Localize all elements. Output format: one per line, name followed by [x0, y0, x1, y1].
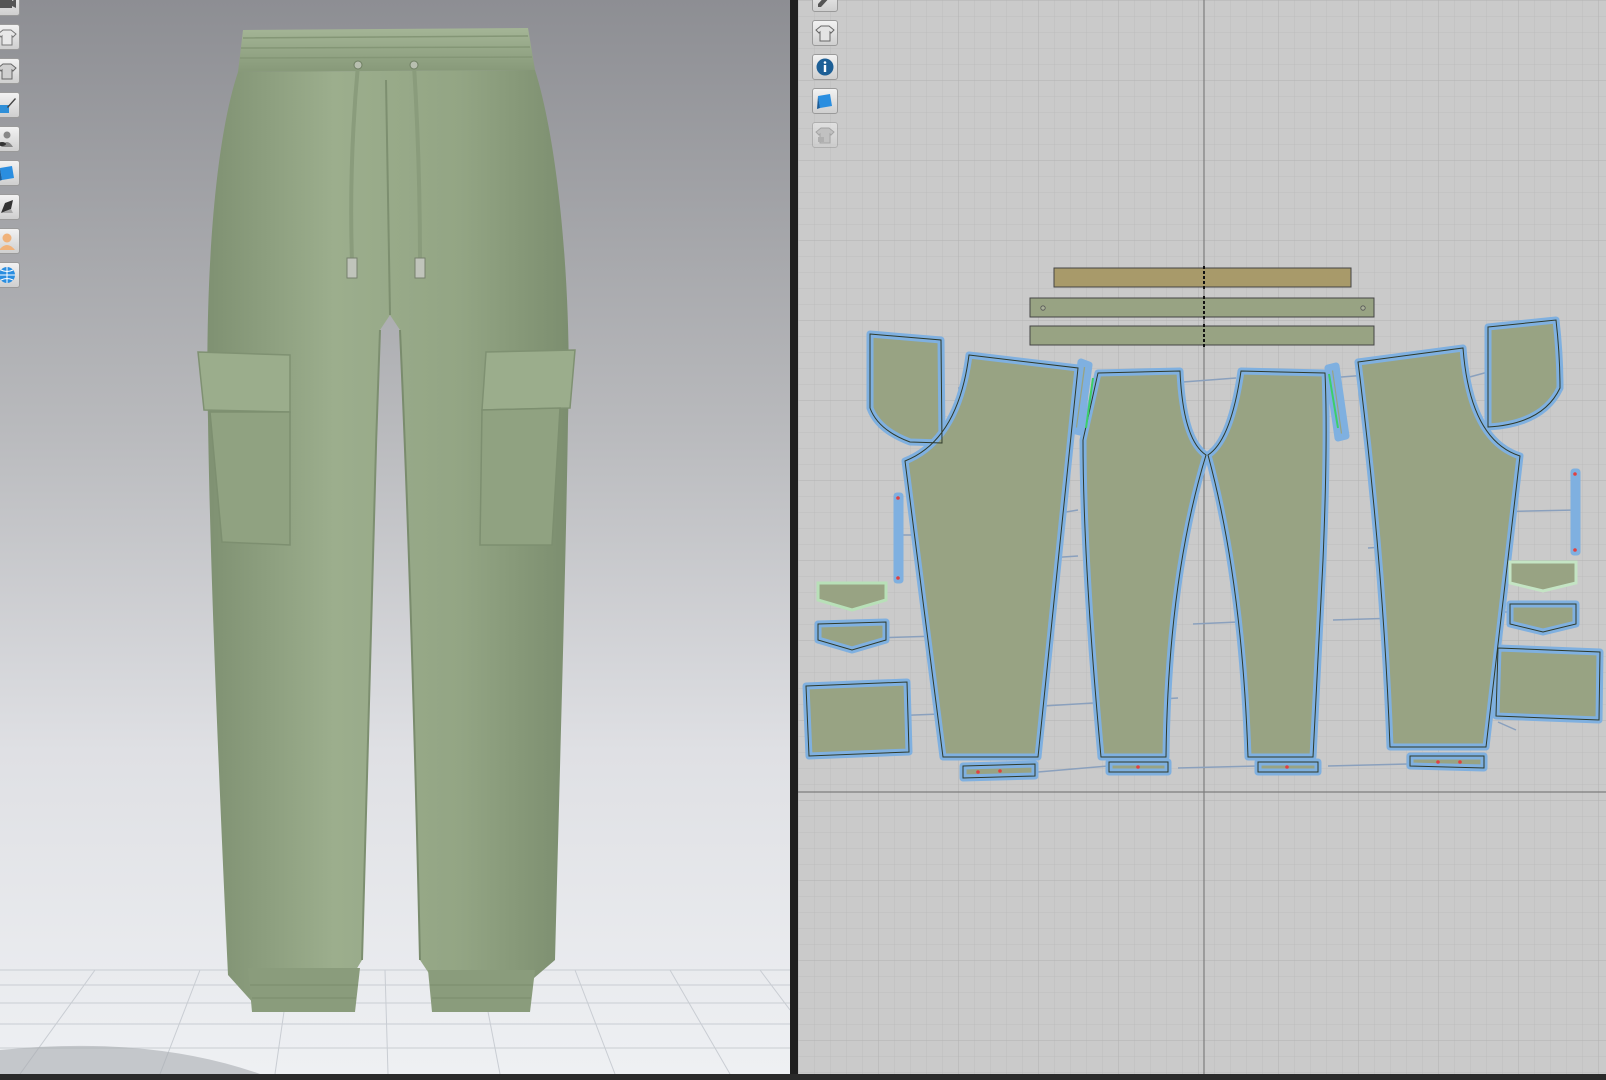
- texture-brush-tool[interactable]: [0, 92, 20, 118]
- info-icon: [816, 58, 834, 76]
- fabric-icon: [817, 94, 832, 109]
- pattern-cargo-pocket-right: [1492, 644, 1604, 724]
- pattern-waistband-facing-1[interactable]: [1029, 296, 1375, 320]
- 3d-scene: [0, 28, 790, 1074]
- arrangement-icon: [1, 200, 13, 213]
- fabric-icon: [0, 166, 14, 181]
- camera-icon: [0, 0, 16, 8]
- pattern-info-tool[interactable]: [812, 54, 838, 80]
- pattern-pen-tool[interactable]: [812, 0, 838, 12]
- show-pattern-tool[interactable]: [812, 20, 838, 46]
- pattern-pocket-flap-right-1[interactable]: [1508, 560, 1578, 593]
- pen-icon: [818, 0, 828, 7]
- arrangement-tool[interactable]: [0, 194, 20, 220]
- bottom-status-strip: [0, 1074, 1606, 1080]
- lock-pattern-tool[interactable]: [812, 122, 838, 148]
- pattern-canvas: [798, 0, 1606, 1074]
- 3d-toolbar: [0, 0, 20, 296]
- avatar-icon: [0, 233, 15, 250]
- pattern-side-strip-left: [893, 492, 904, 584]
- brush-icon: [0, 98, 16, 113]
- garment-outline-tool[interactable]: [0, 24, 20, 50]
- shirt-icon: [0, 63, 17, 80]
- avatar-eye-icon: [0, 131, 13, 147]
- show-avatar-tool[interactable]: [0, 126, 20, 152]
- pattern-pocket-flap-left-2: [814, 618, 890, 654]
- environment-tool[interactable]: [0, 262, 20, 288]
- fabric-texture-tool[interactable]: [812, 88, 838, 114]
- 2d-pattern-view[interactable]: [798, 0, 1606, 1074]
- pattern-waistband[interactable]: [1053, 266, 1352, 290]
- 2d-toolbar: [812, 0, 838, 156]
- pattern-waistband-facing-2[interactable]: [1029, 324, 1375, 348]
- shirt-outline-icon: [0, 29, 17, 46]
- display-camera-tool[interactable]: [0, 0, 20, 16]
- pattern-side-strip-right: [1570, 468, 1581, 556]
- pattern-cargo-pocket-left: [802, 678, 913, 760]
- lock-shirt-icon: [815, 127, 835, 144]
- pattern-pocket-bag-left: [866, 330, 946, 447]
- pants-3d-model: [197, 28, 576, 1012]
- avatar-tool[interactable]: [0, 228, 20, 254]
- globe-icon: [0, 267, 15, 283]
- pane-divider[interactable]: [790, 0, 798, 1080]
- show-garment-tool[interactable]: [0, 58, 20, 84]
- floor-shadow: [0, 1045, 260, 1074]
- shirt-icon: [815, 25, 835, 42]
- clo3d-workspace: [0, 0, 1606, 1080]
- fabric-display-tool[interactable]: [0, 160, 20, 186]
- pattern-pocket-flap-right-2: [1506, 600, 1580, 636]
- 3d-view[interactable]: [0, 0, 790, 1074]
